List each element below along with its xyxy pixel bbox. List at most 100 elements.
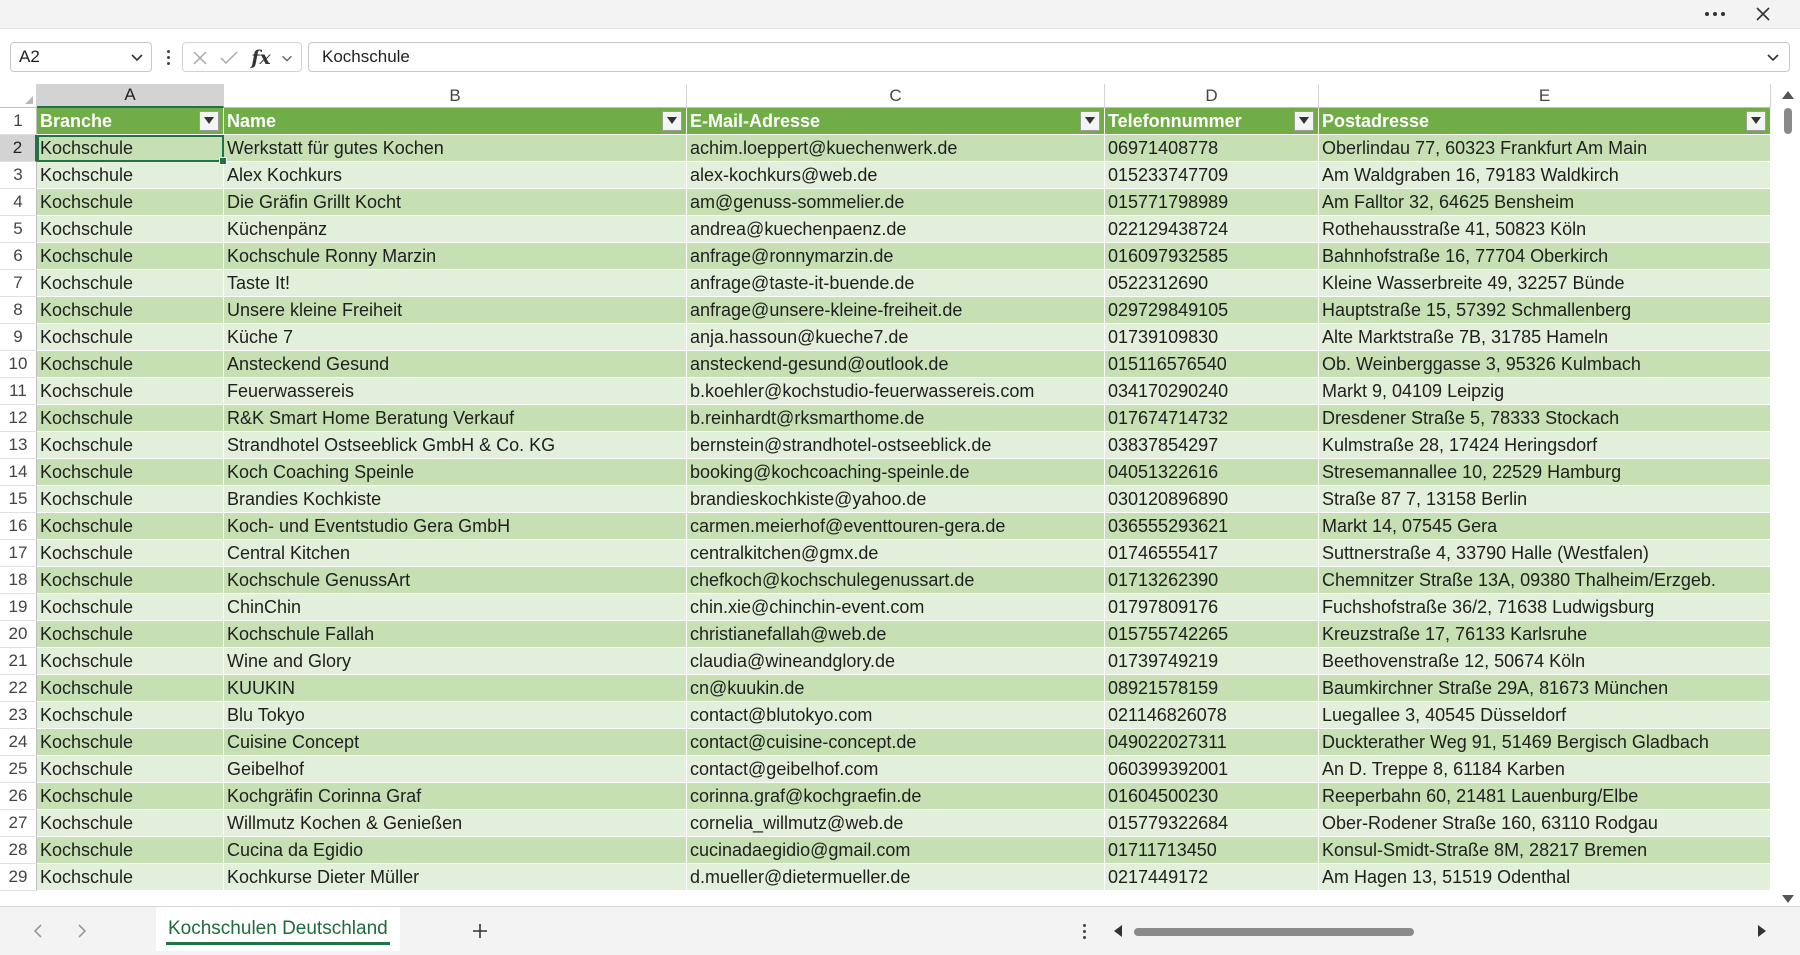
cell-email[interactable]: alex-kochkurs@web.de bbox=[687, 162, 1105, 189]
column-header-d[interactable]: D bbox=[1105, 84, 1319, 108]
cell-telefon[interactable]: 021146826078 bbox=[1105, 702, 1319, 729]
cell-telefon[interactable]: 029729849105 bbox=[1105, 297, 1319, 324]
filter-dropdown-button[interactable] bbox=[199, 111, 219, 131]
cell-email[interactable]: corinna.graf@kochgraefin.de bbox=[687, 783, 1105, 810]
enter-button[interactable] bbox=[217, 47, 241, 69]
sheet-tab-kochschulen-deutschland[interactable]: Kochschulen Deutschland bbox=[156, 907, 400, 951]
cell-email[interactable]: booking@kochcoaching-speinle.de bbox=[687, 459, 1105, 486]
cell-postadresse[interactable]: Suttnerstraße 4, 33790 Halle (Westfalen) bbox=[1319, 540, 1771, 567]
cell-name[interactable]: ChinChin bbox=[224, 594, 687, 621]
cell-name[interactable]: Cucina da Egidio bbox=[224, 837, 687, 864]
row-header-13[interactable]: 13 bbox=[0, 432, 37, 459]
scroll-down-icon[interactable] bbox=[1780, 892, 1796, 906]
cell-branche[interactable]: Kochschule bbox=[37, 378, 224, 405]
cell-name[interactable]: Küchenpänz bbox=[224, 216, 687, 243]
cell-name[interactable]: Alex Kochkurs bbox=[224, 162, 687, 189]
cell-name[interactable]: Wine and Glory bbox=[224, 648, 687, 675]
cell-branche[interactable]: Kochschule bbox=[37, 648, 224, 675]
cell-postadresse[interactable]: Dresdener Straße 5, 78333 Stockach bbox=[1319, 405, 1771, 432]
cell-email[interactable]: contact@cuisine-concept.de bbox=[687, 729, 1105, 756]
cell-branche[interactable]: Kochschule bbox=[37, 567, 224, 594]
cell-telefon[interactable]: 01739109830 bbox=[1105, 324, 1319, 351]
next-sheet-button[interactable] bbox=[72, 921, 92, 941]
cell-email[interactable]: anfrage@ronnymarzin.de bbox=[687, 243, 1105, 270]
cell-postadresse[interactable]: Straße 87 7, 13158 Berlin bbox=[1319, 486, 1771, 513]
cell-telefon[interactable]: 0217449172 bbox=[1105, 864, 1319, 891]
cell-branche[interactable]: Kochschule bbox=[37, 216, 224, 243]
cell-branche[interactable]: Kochschule bbox=[37, 837, 224, 864]
row-header-6[interactable]: 6 bbox=[0, 243, 37, 270]
cell-branche[interactable]: Kochschule bbox=[37, 513, 224, 540]
cell-postadresse[interactable]: Oberlindau 77, 60323 Frankfurt Am Main bbox=[1319, 135, 1771, 162]
cell-telefon[interactable]: 036555293621 bbox=[1105, 513, 1319, 540]
cell-name[interactable]: Koch- und Eventstudio Gera GmbH bbox=[224, 513, 687, 540]
row-header-29[interactable]: 29 bbox=[0, 864, 37, 891]
vertical-scrollbar[interactable] bbox=[1776, 84, 1800, 906]
row-header-7[interactable]: 7 bbox=[0, 270, 37, 297]
cell-email[interactable]: brandieskochkiste@yahoo.de bbox=[687, 486, 1105, 513]
cell-telefon[interactable]: 016097932585 bbox=[1105, 243, 1319, 270]
cell-telefon[interactable]: 03837854297 bbox=[1105, 432, 1319, 459]
cell-postadresse[interactable]: Bahnhofstraße 16, 77704 Oberkirch bbox=[1319, 243, 1771, 270]
row-header-28[interactable]: 28 bbox=[0, 837, 37, 864]
cell-name[interactable]: Taste It! bbox=[224, 270, 687, 297]
cell-telefon[interactable]: 01713262390 bbox=[1105, 567, 1319, 594]
row-header-23[interactable]: 23 bbox=[0, 702, 37, 729]
cell-telefon[interactable]: 01604500230 bbox=[1105, 783, 1319, 810]
cell-email[interactable]: carmen.meierhof@eventtouren-gera.de bbox=[687, 513, 1105, 540]
cell-name[interactable]: Feuerwassereis bbox=[224, 378, 687, 405]
cell-name[interactable]: Ansteckend Gesund bbox=[224, 351, 687, 378]
cell-postadresse[interactable]: Beethovenstraße 12, 50674 Köln bbox=[1319, 648, 1771, 675]
cell-postadresse[interactable]: Ob. Weinberggasse 3, 95326 Kulmbach bbox=[1319, 351, 1771, 378]
cell-email[interactable]: contact@geibelhof.com bbox=[687, 756, 1105, 783]
cell-branche[interactable]: Kochschule bbox=[37, 702, 224, 729]
row-header-22[interactable]: 22 bbox=[0, 675, 37, 702]
cell-postadresse[interactable]: Am Hagen 13, 51519 Odenthal bbox=[1319, 864, 1771, 891]
cell-telefon[interactable]: 030120896890 bbox=[1105, 486, 1319, 513]
vertical-scroll-thumb[interactable] bbox=[1784, 108, 1792, 134]
header-cell-branche[interactable]: Branche bbox=[37, 108, 224, 135]
cell-email[interactable]: contact@blutokyo.com bbox=[687, 702, 1105, 729]
cell-telefon[interactable]: 01711713450 bbox=[1105, 837, 1319, 864]
cell-branche[interactable]: Kochschule bbox=[37, 243, 224, 270]
cell-telefon[interactable]: 01739749219 bbox=[1105, 648, 1319, 675]
horizontal-scrollbar[interactable] bbox=[1112, 921, 1766, 941]
cell-email[interactable]: andrea@kuechenpaenz.de bbox=[687, 216, 1105, 243]
cell-name[interactable]: Die Gräfin Grillt Kocht bbox=[224, 189, 687, 216]
cell-email[interactable]: anfrage@unsere-kleine-freiheit.de bbox=[687, 297, 1105, 324]
cell-branche[interactable]: Kochschule bbox=[37, 540, 224, 567]
row-header-2[interactable]: 2 bbox=[0, 135, 37, 162]
more-options-button[interactable] bbox=[1698, 2, 1732, 26]
cell-name[interactable]: Central Kitchen bbox=[224, 540, 687, 567]
row-header-19[interactable]: 19 bbox=[0, 594, 37, 621]
row-header-9[interactable]: 9 bbox=[0, 324, 37, 351]
cell-postadresse[interactable]: Baumkirchner Straße 29A, 81673 München bbox=[1319, 675, 1771, 702]
cell-name[interactable]: Küche 7 bbox=[224, 324, 687, 351]
cell-postadresse[interactable]: Kulmstraße 28, 17424 Heringsdorf bbox=[1319, 432, 1771, 459]
cell-telefon[interactable]: 022129438724 bbox=[1105, 216, 1319, 243]
scroll-right-icon[interactable] bbox=[1756, 923, 1768, 939]
cell-telefon[interactable]: 060399392001 bbox=[1105, 756, 1319, 783]
row-header-11[interactable]: 11 bbox=[0, 378, 37, 405]
cell-postadresse[interactable]: Chemnitzer Straße 13A, 09380 Thalheim/Er… bbox=[1319, 567, 1771, 594]
cell-branche[interactable]: Kochschule bbox=[37, 783, 224, 810]
cell-email[interactable]: am@genuss-sommelier.de bbox=[687, 189, 1105, 216]
formula-input[interactable]: Kochschule bbox=[308, 42, 1790, 72]
cell-postadresse[interactable]: Alte Marktstraße 7B, 31785 Hameln bbox=[1319, 324, 1771, 351]
cell-postadresse[interactable]: An D. Treppe 8, 61184 Karben bbox=[1319, 756, 1771, 783]
cell-email[interactable]: b.koehler@kochstudio-feuerwassereis.com bbox=[687, 378, 1105, 405]
cell-telefon[interactable]: 034170290240 bbox=[1105, 378, 1319, 405]
cell-name[interactable]: Kochkurse Dieter Müller bbox=[224, 864, 687, 891]
cell-branche[interactable]: Kochschule bbox=[37, 189, 224, 216]
cell-email[interactable]: christianefallah@web.de bbox=[687, 621, 1105, 648]
formula-bar-splitter[interactable] bbox=[162, 44, 174, 70]
cell-name[interactable]: Kochgräfin Corinna Graf bbox=[224, 783, 687, 810]
cell-postadresse[interactable]: Ober-Rodener Straße 160, 63110 Rodgau bbox=[1319, 810, 1771, 837]
column-header-b[interactable]: B bbox=[224, 84, 687, 108]
row-header-25[interactable]: 25 bbox=[0, 756, 37, 783]
row-header-10[interactable]: 10 bbox=[0, 351, 37, 378]
cell-postadresse[interactable]: Rothehausstraße 41, 50823 Köln bbox=[1319, 216, 1771, 243]
cell-telefon[interactable]: 049022027311 bbox=[1105, 729, 1319, 756]
cell-branche[interactable]: Kochschule bbox=[37, 810, 224, 837]
cell-telefon[interactable]: 015779322684 bbox=[1105, 810, 1319, 837]
